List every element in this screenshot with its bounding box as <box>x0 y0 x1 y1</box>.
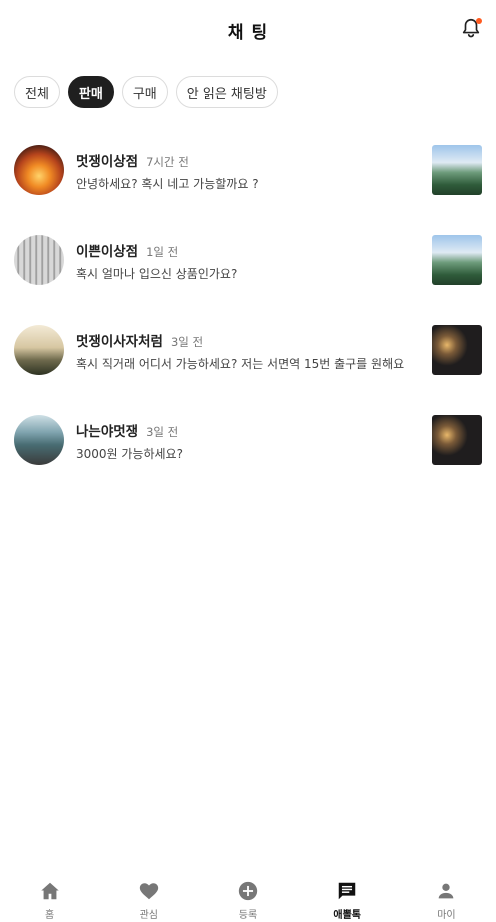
filter-tabs: 전체 판매 구매 안 읽은 채팅방 <box>14 76 278 110</box>
chat-time: 3일 전 <box>146 425 179 439</box>
nav-favorites[interactable]: 관심 <box>99 872 198 922</box>
nav-label: 관심 <box>139 910 158 921</box>
product-thumbnail <box>432 235 482 285</box>
nav-home[interactable]: 홈 <box>0 872 99 922</box>
nav-register[interactable]: 등록 <box>198 872 297 922</box>
chat-row[interactable]: 멋쟁이상점 7시간 전 안녕하세요? 혹시 네고 가능할까요 ? <box>0 130 496 220</box>
chat-text: 이쁜이상점 1일 전 혹시 얼마나 입으신 상품인가요? <box>76 240 422 282</box>
tab-unread[interactable]: 안 읽은 채팅방 <box>175 76 278 108</box>
chat-name: 멋쟁이사자처럼 <box>76 334 163 350</box>
nav-my[interactable]: 마이 <box>397 872 496 922</box>
product-thumbnail <box>432 415 482 465</box>
chat-name: 이쁜이상점 <box>76 244 139 260</box>
chat-message: 혹시 직거래 어디서 가능하세요? 저는 서면역 15번 출구를 원해요 <box>76 357 405 371</box>
person-icon <box>439 883 454 899</box>
nav-label: 애뽈톡 <box>333 910 362 921</box>
chat-row[interactable]: 이쁜이상점 1일 전 혹시 얼마나 입으신 상품인가요? <box>0 220 496 310</box>
chat-time: 3일 전 <box>170 335 204 349</box>
nav-chat[interactable]: 애뽈톡 <box>298 872 397 922</box>
home-icon <box>40 882 59 900</box>
avatar <box>14 145 64 195</box>
bell-icon[interactable] <box>460 17 482 39</box>
chat-name: 멋쟁이상점 <box>76 154 139 170</box>
chat-time: 7시간 전 <box>146 155 189 169</box>
tab-sell[interactable]: 판매 <box>67 76 114 108</box>
nav-label: 마이 <box>437 910 456 921</box>
chat-message: 혹시 얼마나 입으신 상품인가요? <box>76 267 238 281</box>
avatar <box>14 235 64 285</box>
avatar <box>14 415 64 465</box>
chat-list: 멋쟁이상점 7시간 전 안녕하세요? 혹시 네고 가능할까요 ? 이쁜이상점 1… <box>0 130 496 490</box>
page-title: 채 팅 <box>227 23 269 43</box>
chat-name: 나는야멋쟁 <box>76 424 139 440</box>
chat-text: 멋쟁이상점 7시간 전 안녕하세요? 혹시 네고 가능할까요 ? <box>76 150 422 192</box>
chat-row[interactable]: 멋쟁이사자처럼 3일 전 혹시 직거래 어디서 가능하세요? 저는 서면역 15… <box>0 310 496 400</box>
nav-label: 등록 <box>238 910 258 921</box>
tab-buy[interactable]: 구매 <box>121 76 168 108</box>
notification-dot <box>476 18 482 24</box>
tab-all[interactable]: 전체 <box>14 76 60 108</box>
product-thumbnail <box>432 325 482 375</box>
heart-icon <box>139 883 158 900</box>
chat-text: 나는야멋쟁 3일 전 3000원 가능하세요? <box>76 420 422 462</box>
chat-row[interactable]: 나는야멋쟁 3일 전 3000원 가능하세요? <box>0 400 496 490</box>
plus-circle-icon <box>238 881 258 901</box>
chat-message: 3000원 가능하세요? <box>76 447 183 461</box>
chat-time: 1일 전 <box>146 245 179 259</box>
nav-label: 홈 <box>45 910 55 921</box>
header: 채 팅 <box>0 0 496 58</box>
avatar <box>14 325 64 375</box>
product-thumbnail <box>432 145 482 195</box>
chat-message: 안녕하세요? 혹시 네고 가능할까요 ? <box>76 177 259 191</box>
chat-text: 멋쟁이사자처럼 3일 전 혹시 직거래 어디서 가능하세요? 저는 서면역 15… <box>76 330 422 372</box>
bottom-nav: 홈 관심 등록 애뽈톡 마이 <box>0 872 496 922</box>
chat-icon <box>338 882 356 900</box>
